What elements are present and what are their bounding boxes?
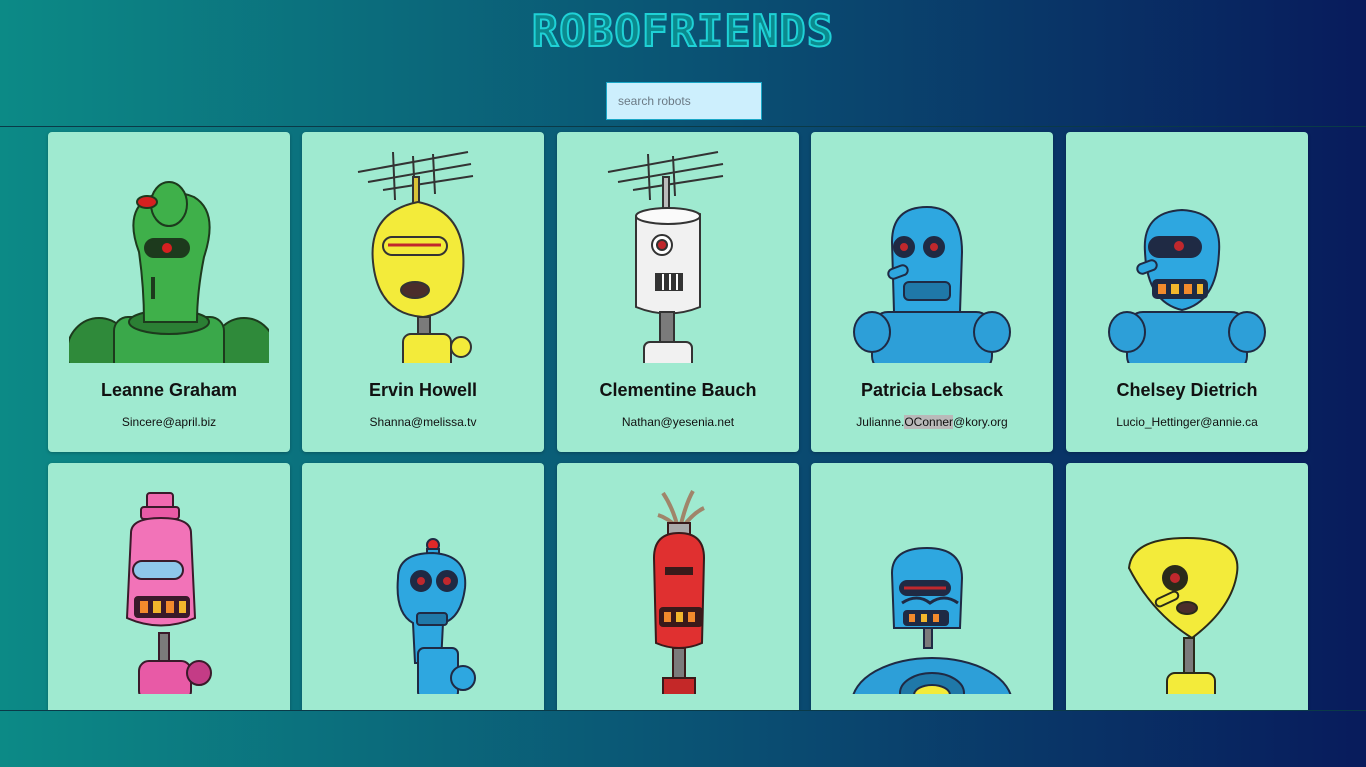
robot-name: Leanne Graham [100,380,238,400]
card-list[interactable]: Leanne Graham Sincere@april.biz Ervin Ho… [0,127,1366,710]
robot-email: Shanna@melissa.tv [369,415,477,429]
robot-card[interactable]: Patricia Lebsack Julianne.OConner@kory.o… [811,132,1053,452]
scroll-bottom-divider [0,710,1366,711]
robot-card[interactable] [811,463,1053,710]
blue-robot-icon [832,142,1032,363]
blue-robot-antenna-bulb-icon [323,473,523,694]
green-robot-icon [69,142,269,363]
robot-card[interactable] [557,463,799,710]
white-antenna-robot-icon [578,142,778,363]
robot-name: Ervin Howell [368,380,478,400]
robot-name: Chelsey Dietrich [1116,380,1258,400]
yellow-cyclops-robot-icon [1087,473,1287,694]
robot-email: Julianne.OConner@kory.org [856,415,1008,429]
header: ROBOFRIENDS [0,0,1366,126]
app-title: ROBOFRIENDS [531,5,835,58]
robot-card[interactable] [48,463,290,710]
robot-card[interactable]: Chelsey Dietrich Lucio_Hettinger@annie.c… [1066,132,1308,452]
search-input[interactable] [606,82,762,120]
robot-card[interactable]: Clementine Bauch Nathan@yesenia.net [557,132,799,452]
robot-card[interactable] [1066,463,1308,710]
robot-name: Patricia Lebsack [860,380,1004,400]
blue-cyclops-robot-icon [1087,142,1287,363]
robot-email: Lucio_Hettinger@annie.ca [1116,415,1258,429]
red-robot-icon [578,473,778,694]
robot-card[interactable] [302,463,544,710]
robot-email: Nathan@yesenia.net [621,415,735,429]
blue-robot-mustache-icon [832,473,1032,694]
pink-robot-icon [69,473,269,694]
robot-card[interactable]: Leanne Graham Sincere@april.biz [48,132,290,452]
yellow-antenna-robot-icon [323,142,523,363]
robot-card[interactable]: Ervin Howell Shanna@melissa.tv [302,132,544,452]
robot-name: Clementine Bauch [599,380,757,400]
robot-email: Sincere@april.biz [121,415,217,429]
